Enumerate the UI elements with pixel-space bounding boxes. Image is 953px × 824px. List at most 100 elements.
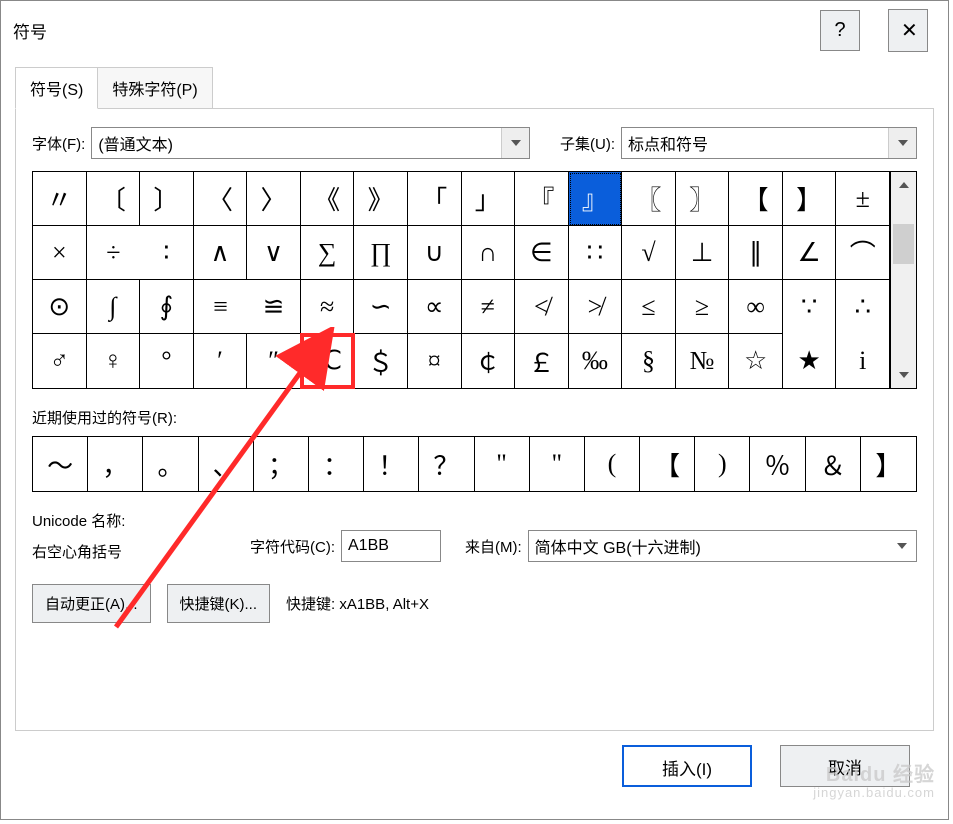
symbol-cell[interactable]: ″	[247, 334, 301, 388]
symbol-cell[interactable]: ≌	[247, 280, 301, 334]
recent-symbol-cell[interactable]: ？	[419, 437, 474, 491]
symbol-cell[interactable]: ∵	[783, 280, 837, 334]
symbol-cell[interactable]: ∴	[836, 280, 890, 334]
symbol-cell[interactable]: ≥	[676, 280, 730, 334]
recent-symbol-cell[interactable]: ，	[88, 437, 143, 491]
symbol-cell[interactable]: 』	[569, 172, 623, 226]
recent-symbol-cell[interactable]: 。	[143, 437, 198, 491]
close-button[interactable]: ✕	[888, 9, 928, 52]
font-input[interactable]	[92, 128, 501, 158]
recent-symbol-cell[interactable]: )	[695, 437, 750, 491]
subset-input[interactable]	[622, 128, 888, 158]
symbol-cell[interactable]: ∶	[140, 226, 194, 280]
recent-symbol-cell[interactable]: ！	[364, 437, 419, 491]
scroll-up-button[interactable]	[891, 172, 916, 198]
char-code-input-wrap[interactable]	[341, 530, 441, 562]
symbol-cell[interactable]: 〕	[140, 172, 194, 226]
char-code-input[interactable]	[342, 531, 440, 561]
symbol-grid[interactable]: 〃〔〕〈〉《》「」『』〖〗【】±×÷∶∧∨∑∏∪∩∈∷√⊥∥∠⌒⊙∫∮≡≌≈∽∝…	[33, 172, 890, 388]
symbol-cell[interactable]: ′	[194, 334, 248, 388]
symbol-cell[interactable]: 【	[729, 172, 783, 226]
symbol-cell[interactable]: ≮	[515, 280, 569, 334]
symbol-cell[interactable]: ∝	[408, 280, 462, 334]
recent-symbol-cell[interactable]: ％	[750, 437, 805, 491]
symbol-cell[interactable]: ∑	[301, 226, 355, 280]
recent-symbol-cell[interactable]: "	[530, 437, 585, 491]
symbol-cell[interactable]: ≈	[301, 280, 355, 334]
recent-symbol-cell[interactable]: 、	[199, 437, 254, 491]
symbol-cell[interactable]: i	[836, 334, 890, 388]
symbol-cell[interactable]: ∨	[247, 226, 301, 280]
symbol-cell[interactable]: ∩	[462, 226, 516, 280]
symbol-cell[interactable]: ⌒	[836, 226, 890, 280]
symbol-cell[interactable]: ×	[33, 226, 87, 280]
symbol-cell[interactable]: ♀	[87, 334, 141, 388]
tab-special-chars[interactable]: 特殊字符(P)	[98, 67, 212, 109]
recent-symbols-grid[interactable]: ～，。、；：！？""(【)％＆】	[32, 436, 917, 492]
symbol-cell[interactable]: ∮	[140, 280, 194, 334]
tab-symbols[interactable]: 符号(S)	[15, 67, 98, 109]
scroll-track[interactable]	[891, 198, 916, 362]
insert-button[interactable]: 插入(I)	[622, 745, 752, 787]
symbol-cell[interactable]: 」	[462, 172, 516, 226]
symbol-cell[interactable]: ＄	[354, 334, 408, 388]
recent-symbol-cell[interactable]: ～	[33, 437, 88, 491]
grid-scrollbar[interactable]	[890, 172, 916, 388]
symbol-cell[interactable]: 〃	[33, 172, 87, 226]
symbol-cell[interactable]: ∥	[729, 226, 783, 280]
recent-symbol-cell[interactable]: 【	[640, 437, 695, 491]
recent-symbol-cell[interactable]: (	[585, 437, 640, 491]
symbol-cell[interactable]: ∏	[354, 226, 408, 280]
symbol-cell[interactable]: ⊙	[33, 280, 87, 334]
symbol-cell[interactable]: ±	[836, 172, 890, 226]
symbol-cell[interactable]: 《	[301, 172, 355, 226]
symbol-cell[interactable]: ∞	[729, 280, 783, 334]
symbol-cell[interactable]: ∽	[354, 280, 408, 334]
symbol-cell[interactable]: ÷	[87, 226, 141, 280]
symbol-cell[interactable]: 】	[783, 172, 837, 226]
symbol-cell[interactable]: 〖	[622, 172, 676, 226]
symbol-cell[interactable]: 〉	[247, 172, 301, 226]
symbol-cell[interactable]: ≡	[194, 280, 248, 334]
symbol-cell[interactable]: ≯	[569, 280, 623, 334]
cancel-button[interactable]: 取消	[780, 745, 910, 787]
symbol-cell[interactable]: ¤	[408, 334, 462, 388]
symbol-cell[interactable]: 『	[515, 172, 569, 226]
symbol-cell[interactable]: ∧	[194, 226, 248, 280]
symbol-cell[interactable]: 〔	[87, 172, 141, 226]
symbol-cell[interactable]: ￡	[515, 334, 569, 388]
symbol-cell[interactable]: ≤	[622, 280, 676, 334]
recent-symbol-cell[interactable]: "	[475, 437, 530, 491]
symbol-cell[interactable]: ∷	[569, 226, 623, 280]
recent-symbol-cell[interactable]: ；	[254, 437, 309, 491]
shortcut-key-button[interactable]: 快捷键(K)...	[167, 584, 271, 623]
symbol-cell[interactable]: ￠	[462, 334, 516, 388]
symbol-cell[interactable]: ∈	[515, 226, 569, 280]
from-input[interactable]	[529, 531, 888, 561]
scroll-down-button[interactable]	[891, 362, 916, 388]
scroll-thumb[interactable]	[893, 224, 914, 264]
recent-symbol-cell[interactable]: ：	[309, 437, 364, 491]
symbol-cell[interactable]: ∫	[87, 280, 141, 334]
autocorrect-button[interactable]: 自动更正(A)...	[32, 584, 151, 623]
symbol-cell[interactable]: ∠	[783, 226, 837, 280]
symbol-cell[interactable]: 〈	[194, 172, 248, 226]
recent-symbol-cell[interactable]: 】	[861, 437, 916, 491]
symbol-cell[interactable]: ★	[783, 334, 837, 388]
font-dropdown-button[interactable]	[501, 128, 529, 158]
symbol-cell[interactable]: ‰	[569, 334, 623, 388]
symbol-cell[interactable]: №	[676, 334, 730, 388]
symbol-cell[interactable]: ⊥	[676, 226, 730, 280]
recent-symbol-cell[interactable]: ＆	[806, 437, 861, 491]
subset-combo[interactable]	[621, 127, 917, 159]
symbol-cell[interactable]: §	[622, 334, 676, 388]
symbol-cell[interactable]: ℃	[301, 334, 355, 388]
symbol-cell[interactable]: ≠	[462, 280, 516, 334]
symbol-cell[interactable]: ☆	[729, 334, 783, 388]
symbol-cell[interactable]: °	[140, 334, 194, 388]
symbol-cell[interactable]: √	[622, 226, 676, 280]
help-button[interactable]: ?	[820, 10, 860, 51]
symbol-cell[interactable]: 》	[354, 172, 408, 226]
symbol-cell[interactable]: ♂	[33, 334, 87, 388]
symbol-cell[interactable]: ∪	[408, 226, 462, 280]
